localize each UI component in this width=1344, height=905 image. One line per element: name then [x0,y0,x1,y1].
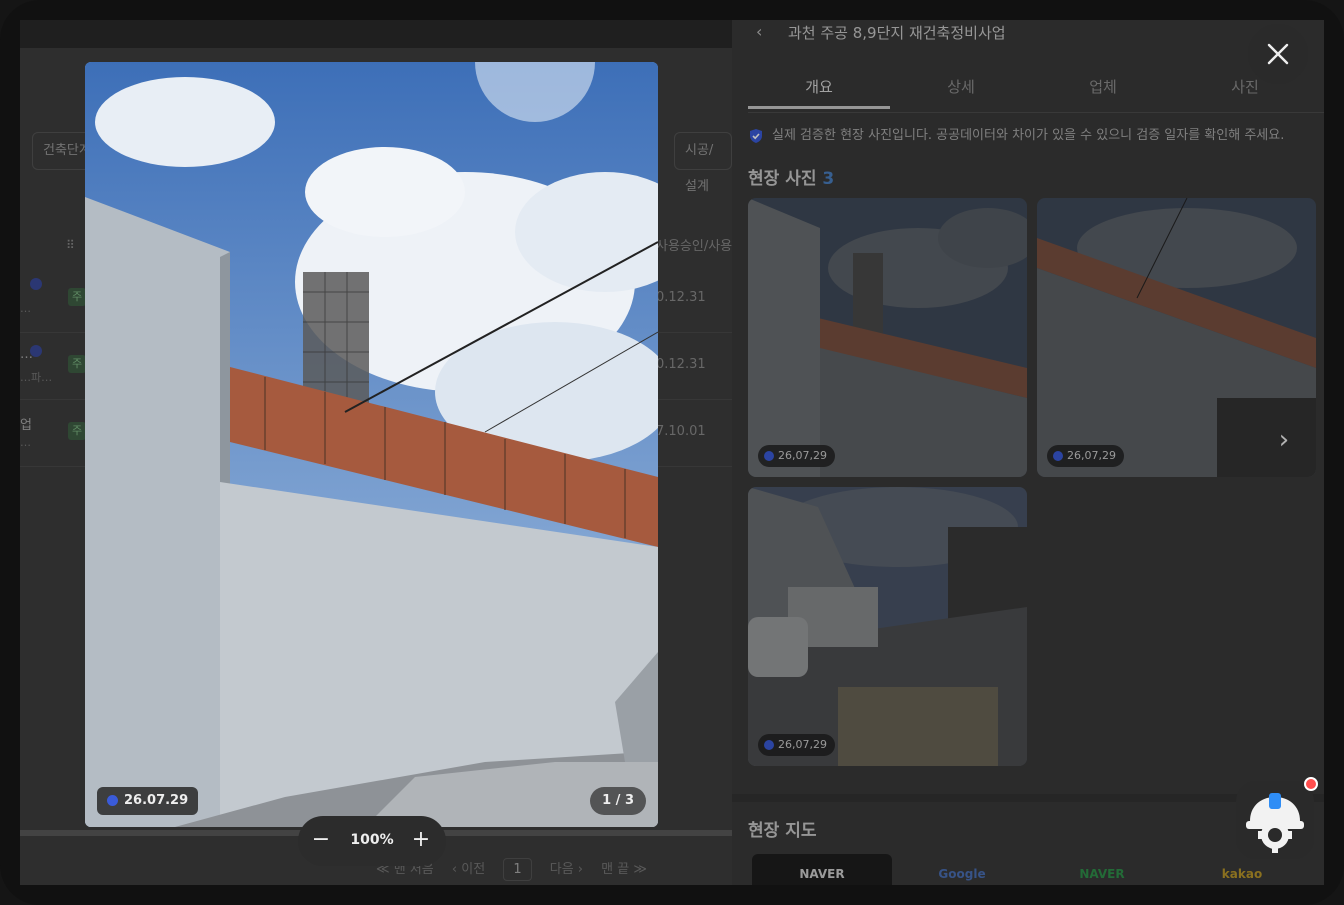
device-frame: 건축단계 시공/설계 ⠿ 사용승인/사용 … 주 0.12.31 … …파… 주… [0,0,1344,905]
zoom-level: 100% [350,832,394,848]
viewer-photo [85,62,658,827]
viewer-date-badge: 26.07.29 [97,787,199,815]
verified-icon [107,795,118,806]
photo-counter: 1 / 3 [590,787,646,815]
helmet-gear-icon [1246,793,1304,853]
zoom-control: − 100% + [298,816,446,866]
close-button[interactable] [1248,24,1308,84]
zoom-in-button[interactable]: + [408,828,434,854]
viewer-date: 26.07.29 [124,793,189,808]
notification-dot [1304,777,1318,791]
close-icon [1267,43,1289,65]
zoom-out-button[interactable]: − [308,828,334,854]
photo-viewer[interactable]: 26.07.29 1 / 3 [85,62,658,827]
assistant-fab-button[interactable] [1236,781,1314,859]
